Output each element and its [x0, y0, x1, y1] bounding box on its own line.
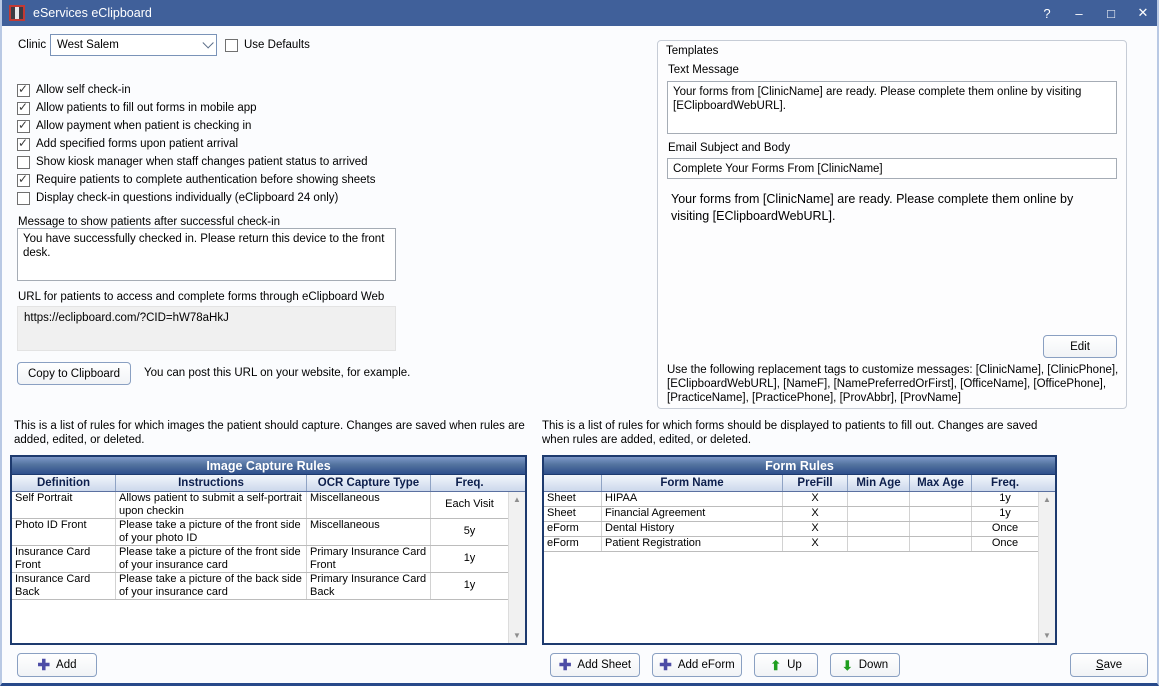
table-row[interactable]: Photo ID Front Please take a picture of …: [12, 519, 508, 546]
form-rules-table-title: Form Rules: [544, 457, 1055, 475]
scroll-down-icon[interactable]: ▼: [509, 631, 525, 640]
templates-groupbox: Templates Text Message Your forms from […: [657, 40, 1127, 409]
arrow-down-icon: ⬇: [842, 659, 853, 672]
text-message-label: Text Message: [668, 64, 739, 76]
scroll-up-icon[interactable]: ▲: [1039, 495, 1055, 504]
checkbox-box[interactable]: ✓: [17, 84, 30, 97]
form-rules-scrollbar[interactable]: ▲ ▼: [1038, 492, 1055, 643]
table-row[interactable]: eForm Patient Registration X Once: [544, 537, 1038, 552]
checkbox-box[interactable]: ✓: [17, 138, 30, 151]
email-subject-body-label: Email Subject and Body: [668, 142, 790, 154]
maximize-icon[interactable]: □: [1095, 0, 1127, 26]
image-rules-scrollbar[interactable]: ▲ ▼: [508, 492, 525, 643]
app-logo-icon: [9, 5, 25, 21]
eclipboard-window: eServices eClipboard ? – □ ✕ Clinic West…: [0, 0, 1159, 686]
option-label: Allow payment when patient is checking i…: [36, 120, 251, 132]
chevron-down-icon: [202, 37, 213, 48]
form-rules-intro: This is a list of rules for which forms …: [542, 419, 1058, 447]
title-bar: eServices eClipboard ? – □ ✕: [0, 0, 1159, 26]
option-label: Allow self check-in: [36, 84, 131, 96]
templates-group-label: Templates: [666, 45, 718, 57]
col-min-age[interactable]: Min Age: [847, 475, 909, 491]
checkin-message-input[interactable]: You have successfully checked in. Please…: [17, 228, 396, 281]
checkin-message-label: Message to show patients after successfu…: [18, 216, 280, 228]
help-icon[interactable]: ?: [1031, 0, 1063, 26]
checkbox-box[interactable]: ✓: [17, 120, 30, 133]
table-row[interactable]: Sheet HIPAA X 1y: [544, 492, 1038, 507]
col-ocr-type[interactable]: OCR Capture Type: [306, 475, 430, 491]
option-label: Show kiosk manager when staff changes pa…: [36, 156, 368, 168]
scroll-up-icon[interactable]: ▲: [509, 495, 525, 504]
minimize-icon[interactable]: –: [1063, 0, 1095, 26]
close-icon[interactable]: ✕: [1127, 0, 1159, 26]
table-row[interactable]: Insurance Card Front Please take a pictu…: [12, 546, 508, 573]
use-defaults-checkbox[interactable]: ✓ Use Defaults: [225, 37, 310, 53]
col-instructions[interactable]: Instructions: [115, 475, 306, 491]
col-form-name[interactable]: Form Name: [601, 475, 782, 491]
move-down-button[interactable]: ⬇ Down: [830, 653, 900, 677]
add-eform-button[interactable]: ✚ Add eForm: [652, 653, 742, 677]
move-up-button[interactable]: ⬆ Up: [754, 653, 818, 677]
table-row[interactable]: Sheet Financial Agreement X 1y: [544, 507, 1038, 522]
clinic-selected-value: West Salem: [57, 39, 119, 51]
col-max-age[interactable]: Max Age: [909, 475, 971, 491]
scroll-down-icon[interactable]: ▼: [1039, 631, 1055, 640]
option-label: Add specified forms upon patient arrival: [36, 138, 238, 150]
checkbox-box[interactable]: ✓: [17, 174, 30, 187]
image-rules-table-title: Image Capture Rules: [12, 457, 525, 475]
plus-icon: ✚: [559, 658, 572, 673]
checkbox-box[interactable]: ✓: [17, 156, 30, 169]
replacement-tags-note: Use the following replacement tags to cu…: [667, 363, 1121, 405]
add-sheet-button[interactable]: ✚ Add Sheet: [550, 653, 640, 677]
copy-url-note: You can post this URL on your website, f…: [144, 367, 410, 379]
image-capture-rules-table: Image Capture Rules Definition Instructi…: [10, 455, 527, 645]
clinic-select[interactable]: West Salem: [50, 34, 217, 56]
add-image-rule-button[interactable]: ✚ Add: [17, 653, 97, 677]
table-row[interactable]: eForm Dental History X Once: [544, 522, 1038, 537]
option-allow-payment[interactable]: ✓ Allow payment when patient is checking…: [17, 118, 251, 134]
col-freq[interactable]: Freq.: [430, 475, 508, 491]
table-row[interactable]: Insurance Card Back Please take a pictur…: [12, 573, 508, 600]
eclipboard-url-label: URL for patients to access and complete …: [18, 291, 384, 303]
text-message-input[interactable]: Your forms from [ClinicName] are ready. …: [667, 81, 1117, 134]
option-label: Require patients to complete authenticat…: [36, 174, 375, 186]
checkbox-box[interactable]: ✓: [17, 102, 30, 115]
image-rules-intro: This is a list of rules for which images…: [14, 419, 530, 447]
col-prefill[interactable]: PreFill: [782, 475, 847, 491]
use-defaults-label: Use Defaults: [244, 39, 310, 51]
save-button[interactable]: Save: [1070, 653, 1148, 677]
option-allow-self-checkin[interactable]: ✓ Allow self check-in: [17, 82, 131, 98]
plus-icon: ✚: [37, 658, 50, 673]
option-require-authentication[interactable]: ✓ Require patients to complete authentic…: [17, 172, 375, 188]
form-rules-header-row: Form Name PreFill Min Age Max Age Freq.: [544, 475, 1055, 492]
email-subject-input[interactable]: Complete Your Forms From [ClinicName]: [667, 158, 1117, 179]
copy-to-clipboard-button[interactable]: Copy to Clipboard: [17, 362, 131, 385]
col-definition[interactable]: Definition: [12, 475, 115, 491]
email-body-text: Your forms from [ClinicName] are ready. …: [671, 191, 1113, 225]
col-form-freq[interactable]: Freq.: [971, 475, 1038, 491]
option-individual-questions[interactable]: ✓ Display check-in questions individuall…: [17, 190, 338, 206]
option-mobile-forms[interactable]: ✓ Allow patients to fill out forms in mo…: [17, 100, 257, 116]
eclipboard-url-value: https://eclipboard.com/?CID=hW78aHkJ: [17, 306, 396, 351]
form-rules-table: Form Rules Form Name PreFill Min Age Max…: [542, 455, 1057, 645]
image-rules-header-row: Definition Instructions OCR Capture Type…: [12, 475, 525, 492]
option-show-kiosk-manager[interactable]: ✓ Show kiosk manager when staff changes …: [17, 154, 368, 170]
window-title: eServices eClipboard: [33, 6, 152, 20]
col-type[interactable]: [544, 475, 601, 491]
clinic-label: Clinic: [18, 39, 46, 51]
table-row[interactable]: Self Portrait Allows patient to submit a…: [12, 492, 508, 519]
option-label: Display check-in questions individually …: [36, 192, 338, 204]
checkbox-box[interactable]: ✓: [17, 192, 30, 205]
plus-icon: ✚: [659, 658, 672, 673]
checkbox-box[interactable]: ✓: [225, 39, 238, 52]
option-add-forms-on-arrival[interactable]: ✓ Add specified forms upon patient arriv…: [17, 136, 238, 152]
edit-templates-button[interactable]: Edit: [1043, 335, 1117, 358]
arrow-up-icon: ⬆: [770, 659, 781, 672]
option-label: Allow patients to fill out forms in mobi…: [36, 102, 257, 114]
